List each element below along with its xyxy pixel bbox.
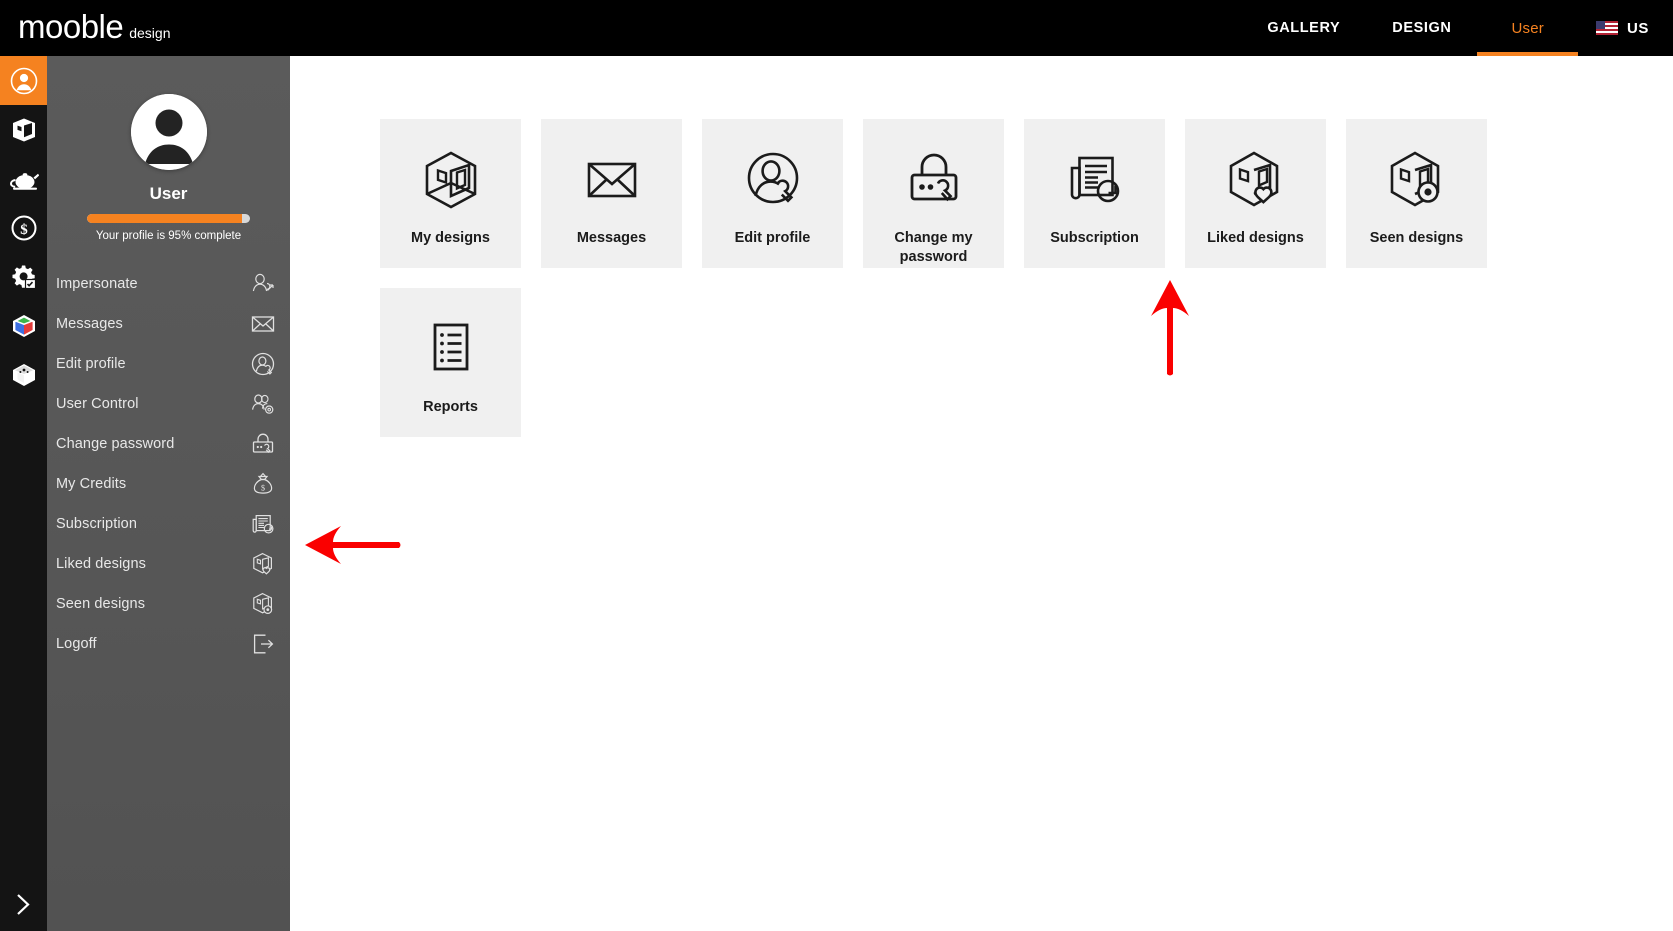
rail-item-credits[interactable]: $ (0, 203, 47, 252)
tile-label: Seen designs (1369, 230, 1464, 246)
room-design-icon (425, 151, 476, 209)
sidebar-item-impersonate[interactable]: Impersonate (47, 264, 290, 304)
sidebar-item-my-credits[interactable]: My Credits $ (47, 464, 290, 504)
newspaper-refresh-icon (252, 514, 274, 534)
logo-main-text: mooble (18, 8, 124, 45)
profile-progress-label: Your profile is 95% complete (95, 230, 242, 242)
tile-edit-profile[interactable]: Edit profile (702, 119, 843, 268)
tile-grid: My designs Messages Edit profile Change … (380, 119, 1560, 437)
sidebar-item-change-password[interactable]: Change password (47, 424, 290, 464)
user-avatar-placeholder (130, 94, 207, 170)
sidebar-item-label: Subscription (56, 516, 137, 532)
us-flag-icon (1595, 21, 1618, 35)
room-design-icon (12, 118, 35, 141)
nav-user[interactable]: User (1477, 0, 1579, 56)
sidebar-item-label: Messages (56, 316, 123, 332)
money-bag-icon: $ (253, 472, 273, 494)
room-eye-icon (253, 592, 273, 615)
gear-checklist-icon (12, 265, 36, 289)
svg-text:$: $ (20, 222, 28, 238)
room-heart-icon (253, 552, 272, 575)
sidebar-item-label: Edit profile (56, 356, 126, 372)
sidebar-item-user-control[interactable]: User Control (47, 384, 290, 424)
profile-progress-bar (87, 214, 250, 223)
user-control-icon (252, 394, 274, 414)
impersonate-icon (252, 273, 274, 292)
tile-seen-designs[interactable]: Seen designs (1346, 119, 1487, 268)
rail-item-models[interactable] (0, 350, 47, 399)
top-bar: mooble design GALLERY DESIGN User US (0, 0, 1673, 56)
tile-my-designs[interactable]: My designs (380, 119, 521, 268)
chevron-right-icon (17, 894, 30, 915)
nav-gallery[interactable]: GALLERY (1241, 0, 1366, 56)
lock-wrench-icon (910, 153, 957, 202)
profile-username: User (149, 184, 188, 203)
sidebar-item-edit-profile[interactable]: Edit profile (47, 344, 290, 384)
color-cube-icon (12, 314, 35, 337)
tile-label: Change my password (894, 230, 973, 265)
icon-rail: $ (0, 56, 47, 931)
room-heart-icon (1229, 151, 1278, 207)
newspaper-refresh-icon (1070, 156, 1119, 203)
sidebar-item-seen-designs[interactable]: Seen designs (47, 584, 290, 624)
sidebar-item-subscription[interactable]: Subscription (47, 504, 290, 544)
tile-messages[interactable]: Messages (541, 119, 682, 268)
logout-icon (253, 634, 274, 654)
tile-label: Reports (423, 399, 478, 415)
rail-item-user[interactable] (0, 56, 47, 105)
brand-logo[interactable]: mooble design (18, 6, 171, 48)
tile-reports[interactable]: Reports (380, 288, 521, 437)
edit-profile-icon (747, 152, 798, 204)
sidebar-item-label: My Credits (56, 476, 127, 492)
tile-label: My designs (411, 230, 490, 246)
sidebar-item-label: User Control (56, 396, 139, 412)
tile-liked-designs[interactable]: Liked designs (1185, 119, 1326, 268)
language-label: US (1626, 19, 1649, 37)
nav-design[interactable]: DESIGN (1366, 0, 1477, 56)
white-cube-icon (12, 363, 35, 386)
profile-summary: User Your profile is 95% complete (47, 56, 290, 242)
user-circle-icon (10, 67, 37, 94)
report-list-icon (433, 323, 468, 371)
rail-item-designs[interactable] (0, 105, 47, 154)
rail-item-products[interactable] (0, 154, 47, 203)
logo-sub-text: design (129, 25, 171, 41)
tile-label: Messages (576, 230, 647, 246)
sidebar-item-label: Liked designs (56, 556, 146, 572)
tile-subscription[interactable]: Subscription (1024, 119, 1165, 268)
avatar[interactable] (130, 94, 207, 170)
sidebar-item-logoff[interactable]: Logoff (47, 624, 290, 664)
sidebar-item-messages[interactable]: Messages (47, 304, 290, 344)
envelope-icon (251, 316, 275, 332)
sidebar-item-label: Impersonate (56, 276, 138, 292)
tile-label: Edit profile (734, 230, 811, 246)
sidebar-item-liked-designs[interactable]: Liked designs (47, 544, 290, 584)
tile-change-my-password[interactable]: Change my password (863, 119, 1004, 268)
tile-label: Subscription (1050, 230, 1139, 246)
dollar-circle-icon: $ (11, 215, 36, 240)
main-content: My designs Messages Edit profile Change … (290, 56, 1673, 931)
edit-profile-icon (251, 352, 275, 376)
top-navigation: GALLERY DESIGN User US (1241, 0, 1673, 56)
sidebar-item-label: Change password (56, 436, 175, 452)
teapot-icon (9, 172, 39, 190)
sidebar-item-label: Logoff (56, 636, 97, 652)
app-root: mooble design GALLERY DESIGN User US $ U… (0, 0, 1673, 931)
envelope-icon (587, 162, 636, 198)
lock-wrench-icon (252, 433, 274, 453)
tile-label: Liked designs (1207, 230, 1304, 246)
sidebar-menu: Impersonate Messages Edit profile User C… (47, 264, 290, 664)
svg-text:$: $ (261, 484, 265, 493)
user-sidebar: User Your profile is 95% complete Impers… (47, 56, 290, 931)
rail-item-materials[interactable] (0, 301, 47, 350)
language-selector[interactable]: US (1578, 0, 1673, 56)
sidebar-item-label: Seen designs (56, 596, 146, 612)
room-eye-icon (1390, 151, 1439, 207)
rail-expand-button[interactable] (0, 878, 47, 931)
rail-item-settings[interactable] (0, 252, 47, 301)
profile-progress-fill (87, 214, 242, 223)
